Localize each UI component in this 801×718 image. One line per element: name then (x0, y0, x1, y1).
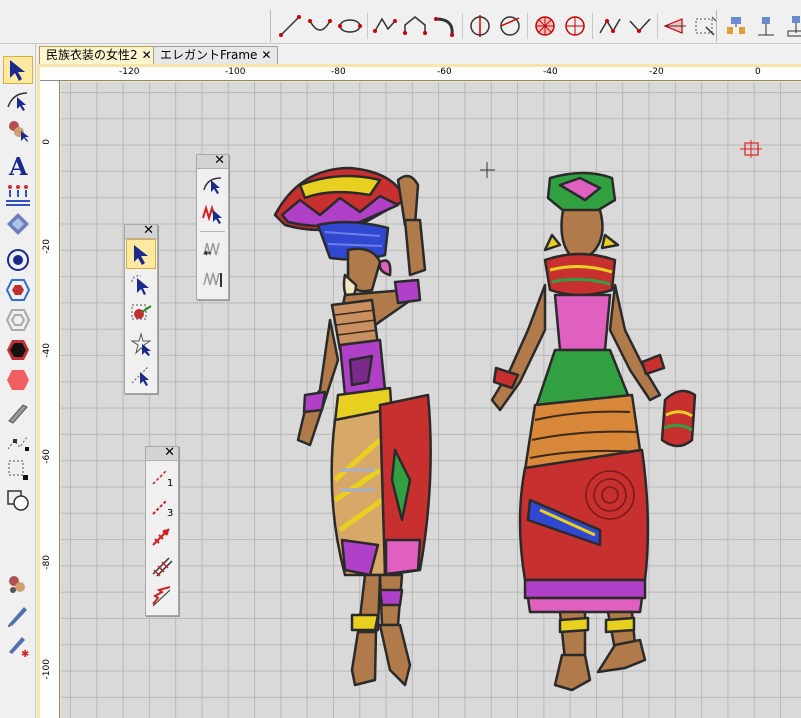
stitch-color-icon[interactable] (3, 116, 33, 144)
align-group-icon[interactable] (721, 11, 751, 41)
polygon-tool-icon[interactable] (370, 11, 400, 41)
text-A-icon[interactable]: A (3, 152, 33, 180)
ruler-label: -60 (437, 67, 452, 77)
ruler-label: -20 (42, 239, 52, 254)
tab-label: エレガントFrame (160, 48, 258, 62)
shape-combine-icon[interactable] (3, 486, 33, 514)
toolbar-group-arrange (716, 10, 801, 42)
palette-close-icon[interactable]: ✕ (143, 223, 154, 239)
palette-line-tools: ✕ 1 3 (145, 445, 179, 616)
svg-text:✱: ✱ (21, 649, 29, 658)
palette-reshape-tools: ✕ (196, 153, 229, 300)
palette-close-icon[interactable]: ✕ (214, 153, 225, 169)
hexagon-blue-icon[interactable] (3, 276, 33, 304)
running-stitch-1-icon[interactable]: 1 (147, 461, 177, 491)
hexagon-black-icon[interactable] (3, 336, 33, 364)
toolbar-separator (462, 13, 463, 39)
reshape-icon[interactable] (3, 86, 33, 114)
ruler-label: -80 (42, 555, 52, 570)
star-select-icon[interactable] (126, 329, 156, 359)
tab-label: 民族衣装の女性2 (46, 48, 138, 62)
tab-close-icon[interactable]: ✕ (261, 48, 271, 62)
stitch-count-label: 1 (167, 478, 173, 488)
toolbar-separator (367, 13, 368, 39)
ruler-label: -40 (543, 67, 558, 77)
ruler-label: -80 (331, 67, 346, 77)
stitch-count-label: 3 (167, 508, 173, 518)
zigzag-gray-icon[interactable] (198, 234, 228, 264)
arrow-stitch-icon[interactable] (147, 521, 177, 551)
curve-tool-icon[interactable] (305, 11, 335, 41)
palette-header[interactable]: ✕ (197, 153, 228, 169)
vertical-ruler: 0 -20 -40 -60 -80 -100 (40, 81, 60, 718)
left-toolbar: A ✱ (0, 44, 36, 718)
people-pattern-icon[interactable] (3, 180, 33, 208)
hexagon-outline-icon[interactable] (3, 306, 33, 334)
hexagon-red-icon[interactable] (3, 366, 33, 394)
arc-shape-tool-icon[interactable] (430, 11, 460, 41)
horizontal-ruler: -120 -100 -80 -60 -40 -20 0 (45, 67, 801, 81)
zigzag-line-icon[interactable] (147, 581, 177, 611)
palette-separator (200, 231, 225, 232)
ruler-label: -60 (42, 449, 52, 464)
palette-header[interactable]: ✕ (146, 445, 178, 461)
ruler-label: -120 (119, 67, 140, 77)
toolbar-separator (592, 13, 593, 39)
line-segment-tool-icon[interactable] (275, 11, 305, 41)
tab-document-2[interactable]: エレガントFrame ✕ (153, 46, 279, 64)
toolbar-separator (527, 13, 528, 39)
running-stitch-3-icon[interactable]: 3 (147, 491, 177, 521)
stitch-select-icon[interactable] (126, 299, 156, 329)
ellipse-tool-icon[interactable] (335, 11, 365, 41)
ruler-label: -100 (225, 67, 246, 77)
node-line-tool-icon[interactable] (625, 11, 655, 41)
node-select-icon[interactable] (3, 456, 33, 484)
svg-text:A: A (8, 153, 28, 179)
spoke-wheel-tool-icon[interactable] (530, 11, 560, 41)
zigzag-gray-end-icon[interactable] (198, 264, 228, 294)
palette-header[interactable]: ✕ (125, 223, 157, 239)
circle-target-icon[interactable] (3, 246, 33, 274)
stitch-edit-icon[interactable] (3, 428, 33, 456)
arrange-order-icon[interactable] (781, 11, 801, 41)
line-select-icon[interactable] (126, 359, 156, 389)
embroidery-app-window: A ✱ 民族衣装の女性2 ✕ エレガントFrame ✕ -120 -100 -8… (0, 0, 801, 718)
color-balls-icon[interactable] (3, 571, 33, 599)
lasso-select-icon[interactable] (126, 269, 156, 299)
zigzag-stitch-edit-icon[interactable] (198, 199, 228, 229)
reshape-curve-icon[interactable] (198, 169, 228, 199)
arrow-shape-tool-icon[interactable] (660, 11, 690, 41)
diamond-applique-icon[interactable] (3, 210, 33, 238)
palette-select-tools: ✕ (124, 223, 158, 394)
ruler-label: -20 (649, 67, 664, 77)
top-toolbar (0, 0, 801, 44)
pen-red-icon[interactable]: ✱ (3, 631, 33, 659)
split-circle-tool-icon[interactable] (465, 11, 495, 41)
select-arrow-icon[interactable] (126, 239, 156, 269)
design-canvas[interactable] (61, 82, 801, 718)
ruler-label: -40 (42, 343, 52, 358)
document-tab-bar: 民族衣装の女性2 ✕ エレガントFrame ✕ (37, 44, 801, 64)
pen-tool-icon[interactable] (3, 601, 33, 629)
ruler-label: -100 (42, 659, 52, 680)
palette-close-icon[interactable]: ✕ (164, 445, 175, 461)
ruler-label: 0 (755, 67, 761, 77)
select-arrow-icon[interactable] (3, 56, 33, 84)
knife-icon[interactable] (3, 398, 33, 426)
tab-close-icon[interactable]: ✕ (142, 48, 152, 62)
zigzag-line-tool-icon[interactable] (595, 11, 625, 41)
distribute-icon[interactable] (751, 11, 781, 41)
toolbar-group-shape-tools (270, 10, 720, 42)
satin-line-icon[interactable] (147, 551, 177, 581)
cut-circle-tool-icon[interactable] (495, 11, 525, 41)
radial-fill-tool-icon[interactable] (560, 11, 590, 41)
toolbar-separator (657, 13, 658, 39)
ruler-label: 0 (42, 139, 52, 145)
tab-document-1[interactable]: 民族衣装の女性2 ✕ (39, 46, 159, 64)
house-shape-tool-icon[interactable] (400, 11, 430, 41)
